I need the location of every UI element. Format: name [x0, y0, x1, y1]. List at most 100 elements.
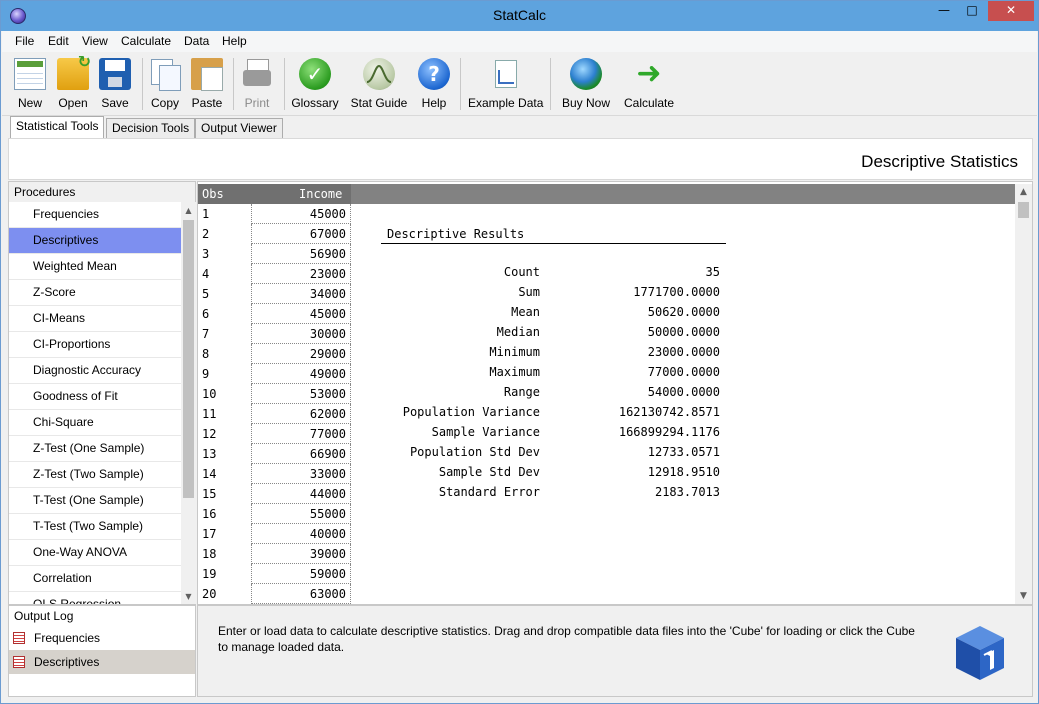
income-cell[interactable]: 23000: [251, 264, 351, 284]
income-cell[interactable]: 40000: [251, 524, 351, 544]
income-cell[interactable]: 45000: [251, 204, 351, 224]
tab-decision-tools[interactable]: Decision Tools: [106, 118, 196, 139]
glossary-button[interactable]: ✓ Glossary: [290, 58, 340, 112]
table-row: 8 29000: [198, 344, 358, 364]
log-item[interactable]: Descriptives: [9, 650, 195, 674]
procedure-item[interactable]: T-Test (One Sample): [9, 488, 181, 514]
scroll-up-icon[interactable]: ▲: [1015, 184, 1032, 200]
help-button[interactable]: ? Help: [415, 58, 453, 112]
result-row: Minimum 23000.0000: [381, 341, 726, 361]
stat-guide-button[interactable]: Stat Guide: [349, 58, 409, 112]
procedure-item[interactable]: Diagnostic Accuracy: [9, 358, 181, 384]
copy-button[interactable]: Copy: [145, 58, 185, 112]
report-icon: [13, 656, 25, 668]
procedure-item[interactable]: CI-Proportions: [9, 332, 181, 358]
calculate-button[interactable]: ➜ Calculate: [622, 58, 676, 112]
result-value: 35: [705, 265, 720, 279]
toolbar-separator: [460, 58, 461, 110]
procedure-item[interactable]: Chi-Square: [9, 410, 181, 436]
income-cell[interactable]: 30000: [251, 324, 351, 344]
procedures-scrollbar[interactable]: ▲ ▼: [181, 202, 196, 604]
income-cell[interactable]: 29000: [251, 344, 351, 364]
procedure-item[interactable]: T-Test (Two Sample): [9, 514, 181, 540]
result-label: Maximum: [489, 365, 540, 379]
income-cell[interactable]: 77000: [251, 424, 351, 444]
income-cell[interactable]: 34000: [251, 284, 351, 304]
income-cell[interactable]: 66900: [251, 444, 351, 464]
close-button[interactable]: ✕: [988, 1, 1034, 21]
obs-cell: 10: [202, 387, 217, 401]
scroll-down-icon[interactable]: ▼: [181, 590, 196, 604]
menu-calculate[interactable]: Calculate: [121, 34, 171, 48]
income-cell[interactable]: 45000: [251, 304, 351, 324]
procedure-item[interactable]: Z-Test (Two Sample): [9, 462, 181, 488]
data-grid-panel: Obs Income 1 45000 2 67000 3 56900 4 23000 5 3400…: [197, 181, 1033, 605]
result-row: Range 54000.0000: [381, 381, 726, 401]
title-bar[interactable]: StatCalc — □ ✕: [1, 1, 1038, 31]
obs-cell: 18: [202, 547, 217, 561]
income-cell[interactable]: 62000: [251, 404, 351, 424]
income-cell[interactable]: 55000: [251, 504, 351, 524]
procedure-item[interactable]: Frequencies: [9, 202, 181, 228]
open-button[interactable]: Open: [53, 52, 93, 112]
scroll-up-icon[interactable]: ▲: [181, 204, 196, 218]
procedure-item[interactable]: OLS Regression: [9, 592, 181, 604]
menu-data[interactable]: Data: [184, 34, 209, 48]
scroll-down-icon[interactable]: ▼: [1015, 588, 1032, 604]
obs-cell: 16: [202, 507, 217, 521]
log-item[interactable]: Frequencies: [9, 626, 195, 650]
minimize-button[interactable]: —: [930, 1, 958, 21]
obs-cell: 9: [202, 367, 210, 381]
income-cell[interactable]: 49000: [251, 364, 351, 384]
toolbar-separator: [233, 58, 234, 110]
procedure-item[interactable]: Z-Score: [9, 280, 181, 306]
scrollbar-thumb[interactable]: [183, 220, 194, 498]
menu-help[interactable]: Help: [222, 34, 247, 48]
table-row: 17 40000: [198, 524, 358, 544]
new-button[interactable]: New: [10, 58, 50, 112]
obs-cell: 8: [202, 347, 210, 361]
copy-icon: [149, 58, 181, 91]
table-row: 15 44000: [198, 484, 358, 504]
result-row: Population Std Dev 12733.0571: [381, 441, 726, 461]
scrollbar-thumb[interactable]: [1018, 202, 1029, 218]
income-cell[interactable]: 33000: [251, 464, 351, 484]
procedure-item[interactable]: Correlation: [9, 566, 181, 592]
procedure-item[interactable]: CI-Means: [9, 306, 181, 332]
income-cell[interactable]: 53000: [251, 384, 351, 404]
income-cell[interactable]: 59000: [251, 564, 351, 584]
buy-now-button[interactable]: Buy Now: [560, 58, 612, 112]
income-cell[interactable]: 56900: [251, 244, 351, 264]
menu-view[interactable]: View: [82, 34, 108, 48]
menu-file[interactable]: File: [15, 34, 34, 48]
table-row: 5 34000: [198, 284, 358, 304]
chart-document-icon: [489, 58, 521, 90]
income-cell[interactable]: 39000: [251, 544, 351, 564]
procedure-item[interactable]: Weighted Mean: [9, 254, 181, 280]
save-button[interactable]: Save: [95, 58, 135, 112]
tab-output-viewer[interactable]: Output Viewer: [195, 118, 283, 139]
glossary-label: Glossary: [291, 96, 339, 110]
example-data-button[interactable]: Example Data: [468, 58, 544, 112]
income-cell[interactable]: 63000: [251, 584, 351, 604]
obs-cell: 7: [202, 327, 210, 341]
result-row: Standard Error 2183.7013: [381, 481, 726, 501]
procedure-item[interactable]: Z-Test (One Sample): [9, 436, 181, 462]
maximize-button[interactable]: □: [958, 1, 986, 21]
data-cube-icon[interactable]: [954, 624, 1006, 682]
table-row: 14 33000: [198, 464, 358, 484]
example-data-label: Example Data: [468, 96, 544, 110]
menu-edit[interactable]: Edit: [48, 34, 69, 48]
tab-statistical-tools[interactable]: Statistical Tools: [10, 116, 105, 139]
procedure-item[interactable]: Descriptives: [9, 228, 181, 254]
procedure-item[interactable]: One-Way ANOVA: [9, 540, 181, 566]
result-label: Population Variance: [402, 405, 540, 419]
info-panel: Enter or load data to calculate descript…: [197, 605, 1033, 697]
income-cell[interactable]: 67000: [251, 224, 351, 244]
log-item-label: Frequencies: [34, 631, 101, 645]
paste-button[interactable]: Paste: [187, 58, 227, 112]
print-button[interactable]: Print: [237, 58, 277, 112]
income-cell[interactable]: 44000: [251, 484, 351, 504]
procedure-item[interactable]: Goodness of Fit: [9, 384, 181, 410]
data-scrollbar[interactable]: ▲ ▼: [1015, 184, 1032, 604]
